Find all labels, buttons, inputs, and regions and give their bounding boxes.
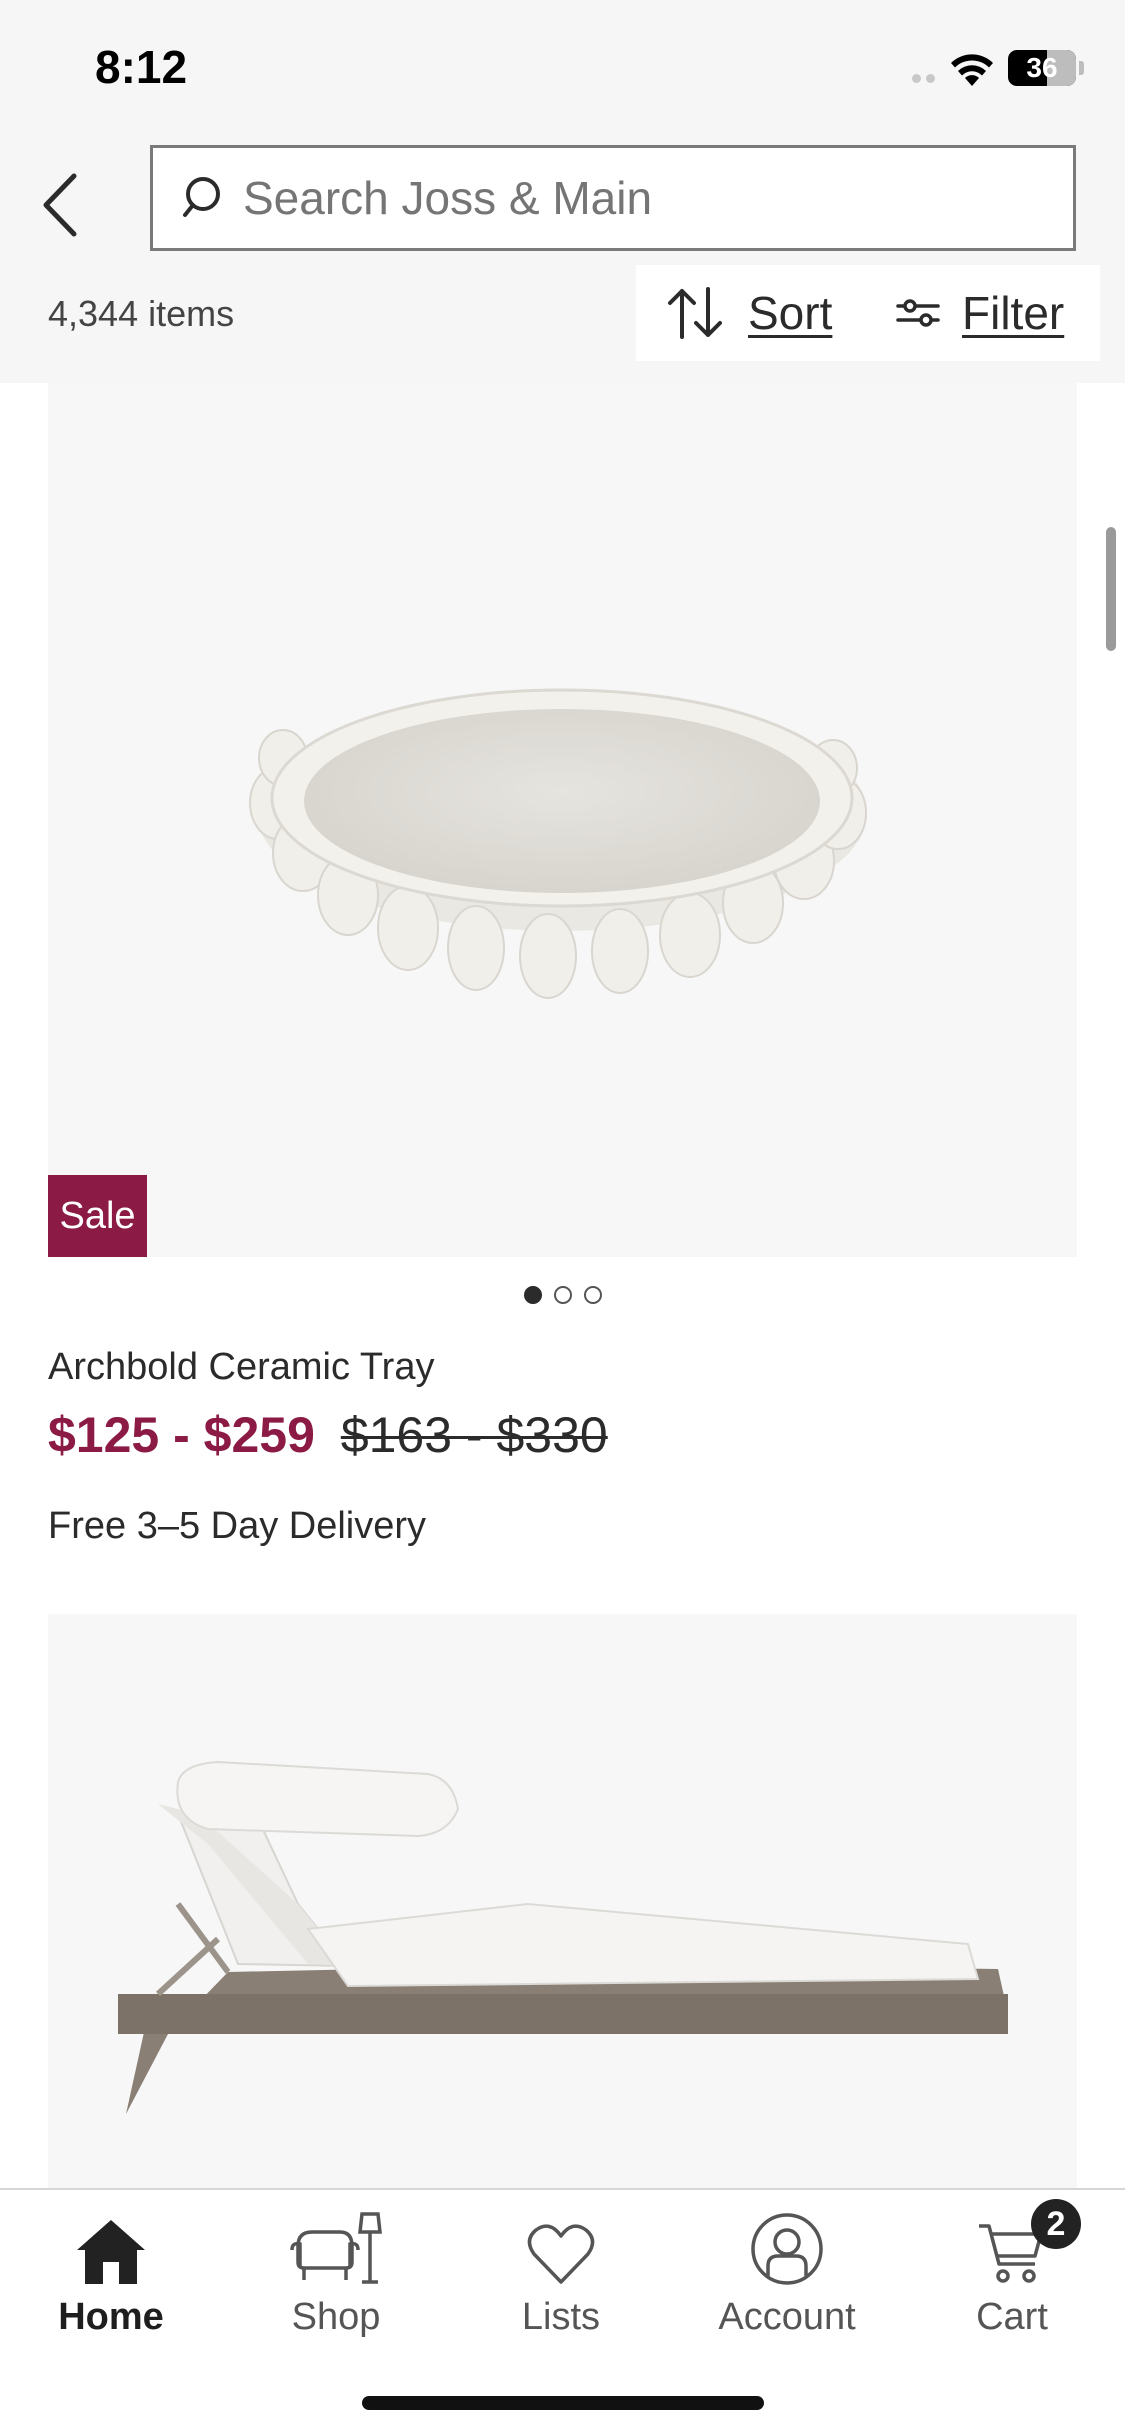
sort-icon: [668, 287, 722, 339]
tab-label: Cart: [976, 2296, 1048, 2338]
filter-sliders-icon: [896, 299, 940, 327]
search-box[interactable]: [150, 145, 1076, 251]
battery-icon: 36: [1008, 50, 1076, 86]
sale-badge: Sale: [48, 1175, 147, 1257]
chair-lamp-icon: [290, 2200, 382, 2286]
cart-count-badge: 2: [1031, 2199, 1081, 2249]
sort-filter-bar: Sort Filter: [636, 265, 1100, 361]
search-input[interactable]: [243, 148, 1043, 248]
back-button[interactable]: [30, 155, 90, 255]
chevron-left-icon: [43, 173, 77, 237]
product-image[interactable]: [48, 1614, 1077, 2188]
carousel-dot[interactable]: [584, 1286, 602, 1304]
home-icon: [73, 2200, 149, 2286]
sort-button[interactable]: Sort: [666, 279, 832, 347]
home-indicator: [362, 2396, 764, 2410]
filter-label: Filter: [962, 287, 1065, 339]
tab-lists[interactable]: Lists: [451, 2200, 671, 2350]
price-row: $125 - $259 $163 - $330: [48, 1406, 608, 1464]
ceramic-tray-image: [249, 688, 867, 999]
tab-shop[interactable]: Shop: [226, 2200, 446, 2350]
product-image[interactable]: [48, 383, 1077, 1257]
original-price: $163 - $330: [340, 1407, 608, 1463]
tab-label: Shop: [291, 2296, 381, 2338]
carousel-dot[interactable]: [554, 1286, 572, 1304]
search-icon: [183, 177, 220, 217]
results-count: 4,344 items: [48, 293, 235, 334]
tab-account[interactable]: Account: [677, 2200, 897, 2350]
carousel-dot[interactable]: [524, 1286, 542, 1304]
scrollbar[interactable]: [1106, 527, 1116, 651]
cellular-signal-icon: [912, 74, 938, 84]
account-icon: [750, 2200, 824, 2286]
product-name[interactable]: Archbold Ceramic Tray: [48, 1346, 434, 1389]
tab-label: Lists: [521, 2296, 601, 2338]
heart-icon: [526, 2200, 596, 2286]
filter-button[interactable]: Filter: [896, 279, 1064, 347]
sale-price: $125 - $259: [48, 1407, 315, 1463]
image-carousel-dots[interactable]: [524, 1286, 602, 1304]
tab-home[interactable]: Home: [1, 2200, 221, 2350]
status-time: 8:12: [95, 41, 188, 93]
tab-label: Home: [58, 2296, 164, 2338]
battery-tip: [1079, 61, 1084, 75]
search-header: 4,344 items Sort Filter: [0, 135, 1125, 383]
battery-level: 36: [1026, 52, 1058, 83]
chaise-lounge-image: [48, 1760, 1077, 2188]
tab-cart[interactable]: Cart: [902, 2200, 1122, 2350]
delivery-info: Free 3–5 Day Delivery: [48, 1505, 427, 1547]
status-bar: 8:12 36: [0, 0, 1125, 135]
sort-label: Sort: [748, 287, 833, 339]
wifi-icon: [948, 52, 996, 93]
tab-label: Account: [718, 2296, 856, 2338]
